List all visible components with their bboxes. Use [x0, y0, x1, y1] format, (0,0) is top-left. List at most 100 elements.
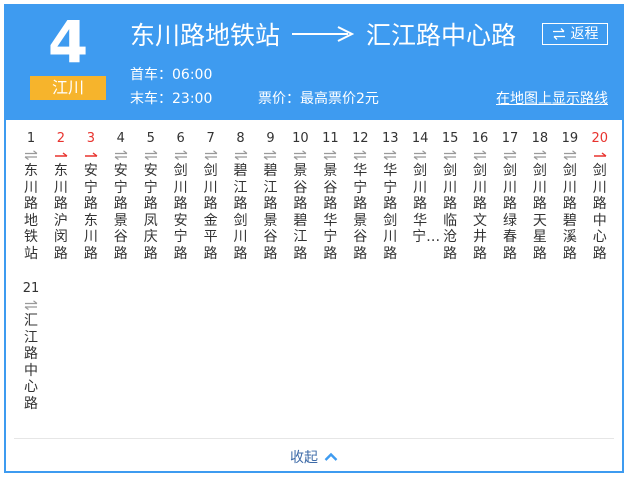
station-item[interactable]: 1 东川路地铁站 [16, 130, 46, 262]
footer: 收起 [14, 438, 614, 472]
station-item[interactable]: 6 剑川路安宁路 [166, 130, 196, 262]
right-arrow-icon [54, 152, 68, 157]
station-name: 安宁路景谷路 [113, 163, 128, 262]
both-icon [114, 150, 128, 160]
first-bus-time: 首车：06:00 [130, 67, 213, 83]
both-icon [204, 150, 217, 160]
station-item[interactable]: 9 碧江路景谷路 [256, 130, 286, 262]
station-index: 9 [266, 131, 275, 146]
station-index: 17 [501, 131, 519, 146]
both-icon [294, 150, 307, 160]
both-icon [24, 300, 38, 310]
station-index: 19 [561, 131, 579, 146]
station-item[interactable]: 7 剑川路金平路 [196, 130, 226, 262]
route-title: 东川路地铁站 汇江路中心路 [130, 16, 516, 52]
station-item[interactable]: 2 东川路沪闵路 [46, 130, 76, 262]
station-item[interactable]: 18 剑川路天星路 [525, 130, 555, 262]
both-icon [264, 150, 277, 160]
station-item[interactable]: 20 剑川路中心路 [585, 130, 615, 262]
station-item[interactable]: 10 景谷路碧江路 [285, 130, 315, 262]
station-name: 碧江路景谷路 [263, 163, 278, 262]
station-name: 景谷路碧江路 [293, 163, 308, 262]
line-badge: 江川 [30, 76, 106, 100]
station-item[interactable]: 8 碧江路剑川路 [226, 130, 256, 262]
station-index: 15 [441, 131, 459, 146]
station-item[interactable]: 4 安宁路景谷路 [106, 130, 136, 262]
both-icon [383, 150, 397, 160]
station-index: 10 [292, 131, 309, 146]
station-index: 2 [56, 131, 66, 146]
station-item[interactable]: 15 剑川路临沧路 [435, 130, 465, 262]
station-name: 剑川路文井路 [473, 163, 488, 262]
station-index: 1 [26, 131, 36, 146]
last-bus-time: 末车：23:00 [130, 91, 213, 107]
station-item[interactable]: 16 剑川路文井路 [465, 130, 495, 262]
station-index: 21 [22, 281, 40, 296]
station-name: 剑川路金平路 [203, 163, 218, 262]
station-item[interactable]: 3 安宁路东川路 [76, 130, 106, 262]
station-name: 华宁路景谷路 [353, 163, 368, 262]
right-arrow-icon [593, 152, 607, 157]
station-item[interactable]: 17 剑川路绿春路 [495, 130, 525, 262]
station-item[interactable]: 11 景谷路华宁路 [315, 130, 345, 262]
both-icon [24, 150, 38, 160]
station-index: 4 [116, 131, 125, 146]
station-name: 剑川路临沧路 [443, 163, 458, 262]
station-index: 18 [531, 131, 549, 146]
both-icon [353, 150, 367, 160]
return-label: 返程 [570, 26, 599, 42]
station-index: 16 [471, 131, 489, 146]
fare-info: 票价：最高票价2元 [258, 91, 379, 107]
station-item[interactable]: 5 安宁路凤庆路 [136, 130, 166, 262]
station-index: 3 [86, 131, 95, 146]
station-name: 华宁路剑川路 [383, 163, 398, 262]
both-icon [174, 150, 188, 160]
station-index: 12 [352, 131, 369, 146]
station-index: 11 [322, 131, 339, 146]
station-name: 剑川路天星路 [532, 163, 547, 262]
station-item[interactable]: 12 华宁路景谷路 [345, 130, 375, 262]
station-item[interactable]: 21 汇江路中心路 [16, 280, 46, 412]
station-index: 8 [236, 131, 245, 146]
both-icon [443, 150, 457, 160]
both-icon [563, 150, 577, 160]
station-name: 碧江路剑川路 [233, 163, 248, 262]
station-list: 1 东川路地铁站 2 东川路沪闵路 3 安宁路东川路 4 安宁路景谷路 5 安宁路凤庆路 6 剑川路安… [16, 130, 616, 412]
station-name: 剑川路安宁路 [173, 163, 188, 262]
both-icon [503, 150, 517, 160]
collapse-button[interactable]: 收起 [284, 447, 344, 467]
station-name: 剑川路华宁… [412, 163, 441, 245]
both-icon [323, 150, 337, 160]
bus-route-panel: 4 江川 东川路地铁站 汇江路中心路 返程 首车：06:00 末车：23:00 … [4, 4, 624, 473]
long-right-arrow-icon [292, 26, 355, 42]
station-name: 剑川路中心路 [592, 163, 607, 262]
right-arrow-icon [84, 152, 98, 157]
station-name: 汇江路中心路 [23, 313, 38, 412]
station-index: 13 [381, 131, 399, 146]
chevron-up-icon [324, 452, 338, 461]
station-name: 东川路沪闵路 [53, 163, 68, 262]
station-item[interactable]: 14 剑川路华宁… [405, 130, 441, 262]
both-icon [234, 150, 247, 160]
station-index: 6 [176, 131, 185, 146]
both-icon [144, 150, 158, 160]
both-icon [533, 150, 547, 160]
station-item[interactable]: 19 剑川路碧溪路 [555, 130, 585, 262]
collapse-label: 收起 [290, 450, 318, 466]
show-on-map-link[interactable]: 在地图上显示路线 [496, 88, 608, 108]
route-header: 4 江川 东川路地铁站 汇江路中心路 返程 首车：06:00 末车：23:00 … [6, 6, 622, 120]
station-index: 20 [591, 131, 609, 146]
station-name: 安宁路东川路 [83, 163, 98, 262]
station-name: 剑川路碧溪路 [562, 163, 577, 262]
route-number: 4 [47, 8, 89, 76]
return-button[interactable]: 返程 [542, 23, 608, 45]
station-name: 东川路地铁站 [23, 163, 38, 262]
route-destination: 汇江路中心路 [366, 21, 517, 50]
swap-arrows-icon [552, 28, 565, 40]
station-name: 剑川路绿春路 [502, 163, 517, 262]
station-index: 7 [206, 131, 215, 146]
station-item[interactable]: 13 华宁路剑川路 [375, 130, 405, 262]
station-index: 14 [411, 131, 429, 146]
both-icon [473, 150, 487, 160]
both-icon [413, 150, 427, 160]
